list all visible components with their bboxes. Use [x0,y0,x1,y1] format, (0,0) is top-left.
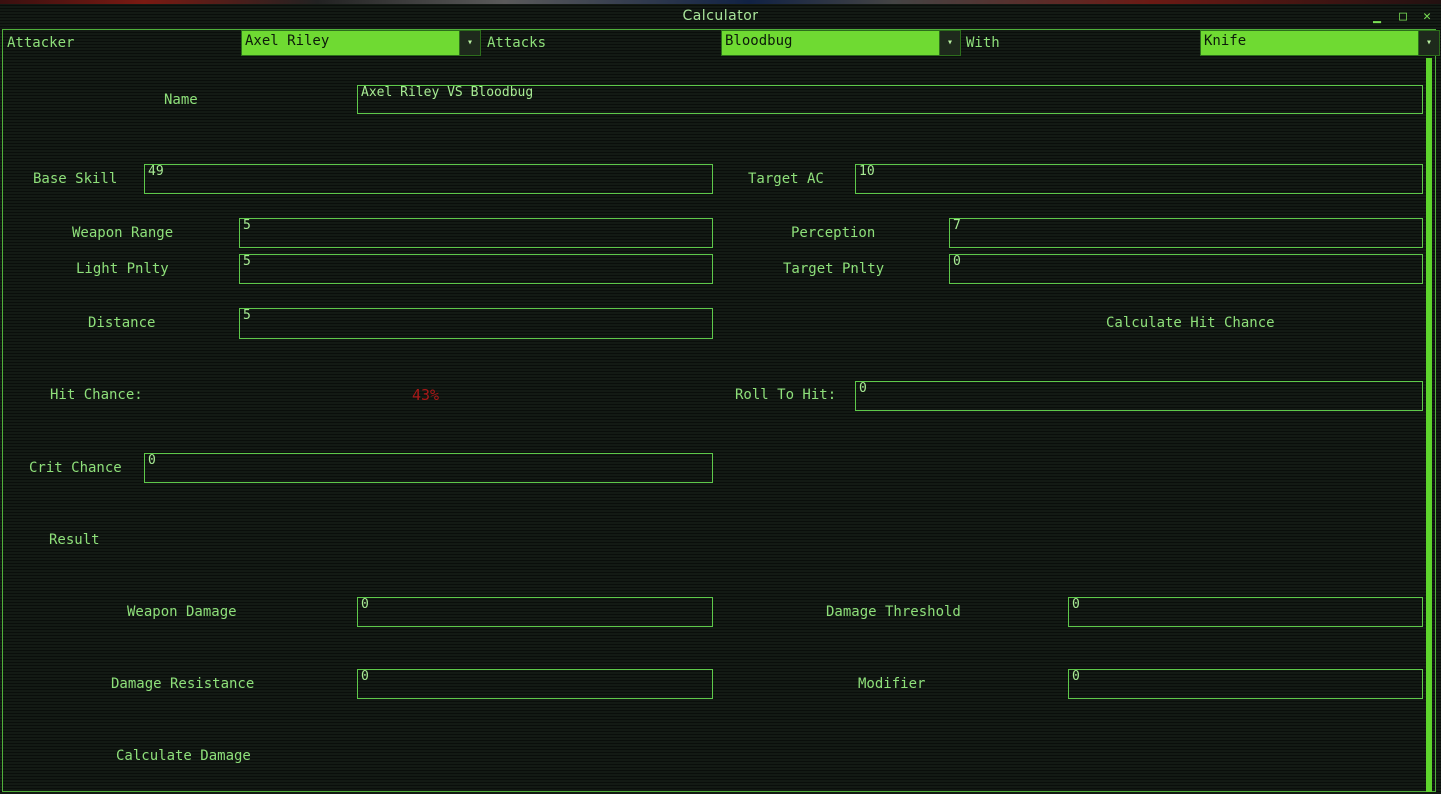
target-pnlty-value: 0 [953,254,961,269]
attacker-select[interactable]: Axel Riley ▾ [241,30,481,56]
target-select-value: Bloodbug [725,33,793,49]
target-pnlty-field[interactable]: 0 [949,254,1423,284]
weapon-range-label: Weapon Range [72,225,174,241]
target-ac-label: Target AC [748,171,824,187]
perception-value: 7 [953,218,961,233]
modifier-value: 0 [1072,669,1080,684]
with-label: With [966,35,1000,51]
weapon-damage-value: 0 [361,597,369,612]
target-select[interactable]: Bloodbug ▾ [721,30,961,56]
weapon-range-field[interactable]: 5 [239,218,713,248]
modifier-label: Modifier [858,676,926,692]
damage-threshold-value: 0 [1072,597,1080,612]
chevron-down-icon[interactable]: ▾ [1418,31,1439,55]
target-ac-value: 10 [859,164,875,179]
hit-chance-label: Hit Chance: [50,387,143,403]
roll-to-hit-field[interactable]: 0 [855,381,1423,411]
weapon-damage-field[interactable]: 0 [357,597,713,627]
hit-chance-value: 43% [412,386,440,404]
target-pnlty-label: Target Pnlty [783,261,885,277]
damage-resistance-value: 0 [361,669,369,684]
attacks-label: Attacks [487,35,547,51]
roll-to-hit-label: Roll To Hit: [735,387,837,403]
window-title: Calculator [682,8,759,24]
chevron-down-icon[interactable]: ▾ [459,31,480,55]
attacker-select-value: Axel Riley [245,33,330,49]
damage-resistance-field[interactable]: 0 [357,669,713,699]
name-field-value: Axel Riley VS Bloodbug [361,85,534,100]
base-skill-field[interactable]: 49 [144,164,713,194]
distance-value: 5 [243,308,251,323]
weapon-damage-label: Weapon Damage [127,604,237,620]
crit-chance-field[interactable]: 0 [144,453,713,483]
target-ac-field[interactable]: 10 [855,164,1423,194]
crit-chance-label: Crit Chance [29,460,122,476]
calculator-window: Calculator ▁ □ ✕ Attacker Axel Riley ▾ A… [0,0,1441,794]
result-label: Result [49,532,100,548]
damage-resistance-label: Damage Resistance [111,676,255,692]
weapon-range-value: 5 [243,218,251,233]
calculate-hit-chance-button[interactable]: Calculate Hit Chance [1106,315,1275,331]
damage-threshold-label: Damage Threshold [826,604,961,620]
perception-field[interactable]: 7 [949,218,1423,248]
damage-threshold-field[interactable]: 0 [1068,597,1423,627]
base-skill-label: Base Skill [33,171,118,187]
light-pnlty-value: 5 [243,254,251,269]
name-label: Name [164,92,198,108]
calculate-damage-button[interactable]: Calculate Damage [116,748,251,764]
weapon-select-value: Knife [1204,33,1247,49]
minimize-icon[interactable]: ▁ [1370,10,1384,24]
maximize-icon[interactable]: □ [1396,10,1410,24]
modifier-field[interactable]: 0 [1068,669,1423,699]
base-skill-value: 49 [148,164,164,179]
vertical-scrollbar[interactable] [1426,58,1432,792]
crit-chance-value: 0 [148,453,156,468]
chevron-down-icon[interactable]: ▾ [939,31,960,55]
close-icon[interactable]: ✕ [1420,10,1434,24]
light-pnlty-field[interactable]: 5 [239,254,713,284]
roll-to-hit-value: 0 [859,381,867,396]
title-bar[interactable]: Calculator ▁ □ ✕ [0,4,1441,29]
attacker-label: Attacker [7,35,75,51]
distance-label: Distance [88,315,156,331]
distance-field[interactable]: 5 [239,308,713,339]
name-field[interactable]: Axel Riley VS Bloodbug [357,85,1423,114]
light-pnlty-label: Light Pnlty [76,261,169,277]
perception-label: Perception [791,225,876,241]
weapon-select[interactable]: Knife ▾ [1200,30,1440,56]
